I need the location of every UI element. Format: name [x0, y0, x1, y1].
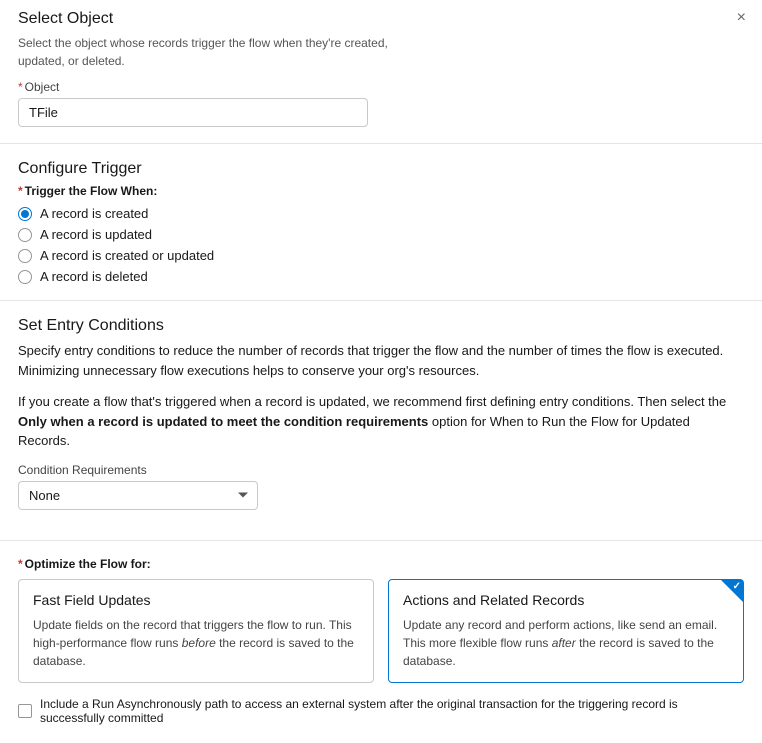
- check-icon: [721, 580, 743, 602]
- radio-label: A record is updated: [40, 227, 152, 242]
- card-title: Fast Field Updates: [33, 592, 359, 608]
- required-icon: *: [18, 80, 23, 94]
- condition-req-select[interactable]: None: [18, 481, 258, 510]
- entry-conditions-desc2: If you create a flow that's triggered wh…: [18, 392, 744, 451]
- radio-option-updated[interactable]: A record is updated: [18, 227, 744, 242]
- divider: [0, 540, 762, 541]
- radio-icon: [18, 249, 32, 263]
- card-desc: Update fields on the record that trigger…: [33, 616, 359, 670]
- entry-conditions-title: Set Entry Conditions: [18, 317, 744, 335]
- select-object-desc: Select the object whose records trigger …: [18, 34, 388, 70]
- radio-icon: [18, 228, 32, 242]
- divider: [0, 300, 762, 301]
- required-icon: *: [18, 557, 23, 571]
- checkbox-icon: [18, 704, 32, 718]
- radio-icon: [18, 270, 32, 284]
- radio-label: A record is deleted: [40, 269, 148, 284]
- configure-trigger-title: Configure Trigger: [18, 160, 744, 178]
- condition-req-label: Condition Requirements: [18, 463, 744, 477]
- entry-conditions-section: Set Entry Conditions Specify entry condi…: [18, 317, 744, 510]
- configure-trigger-section: Configure Trigger *Trigger the Flow When…: [18, 160, 744, 284]
- card-title: Actions and Related Records: [403, 592, 729, 608]
- select-object-section: Select Object Select the object whose re…: [18, 10, 744, 127]
- async-checkbox-label: Include a Run Asynchronously path to acc…: [40, 697, 744, 725]
- object-input[interactable]: [18, 98, 368, 127]
- radio-option-deleted[interactable]: A record is deleted: [18, 269, 744, 284]
- trigger-when-label: *Trigger the Flow When:: [18, 184, 744, 198]
- optimize-section: *Optimize the Flow for: Fast Field Updat…: [18, 557, 744, 725]
- object-field-label: *Object: [18, 80, 744, 94]
- close-button[interactable]: ×: [737, 10, 746, 26]
- divider: [0, 143, 762, 144]
- radio-label: A record is created: [40, 206, 148, 221]
- condition-req-value: None: [18, 481, 258, 510]
- radio-icon: [18, 207, 32, 221]
- radio-option-created-updated[interactable]: A record is created or updated: [18, 248, 744, 263]
- card-desc: Update any record and perform actions, l…: [403, 616, 729, 670]
- radio-label: A record is created or updated: [40, 248, 214, 263]
- card-fast-field-updates[interactable]: Fast Field Updates Update fields on the …: [18, 579, 374, 683]
- required-icon: *: [18, 184, 23, 198]
- optimize-label: *Optimize the Flow for:: [18, 557, 744, 571]
- trigger-radio-group: A record is created A record is updated …: [18, 206, 744, 284]
- radio-option-created[interactable]: A record is created: [18, 206, 744, 221]
- entry-conditions-desc1: Specify entry conditions to reduce the n…: [18, 341, 744, 380]
- card-actions-related-records[interactable]: Actions and Related Records Update any r…: [388, 579, 744, 683]
- async-checkbox-row[interactable]: Include a Run Asynchronously path to acc…: [18, 697, 744, 725]
- select-object-title: Select Object: [18, 10, 744, 28]
